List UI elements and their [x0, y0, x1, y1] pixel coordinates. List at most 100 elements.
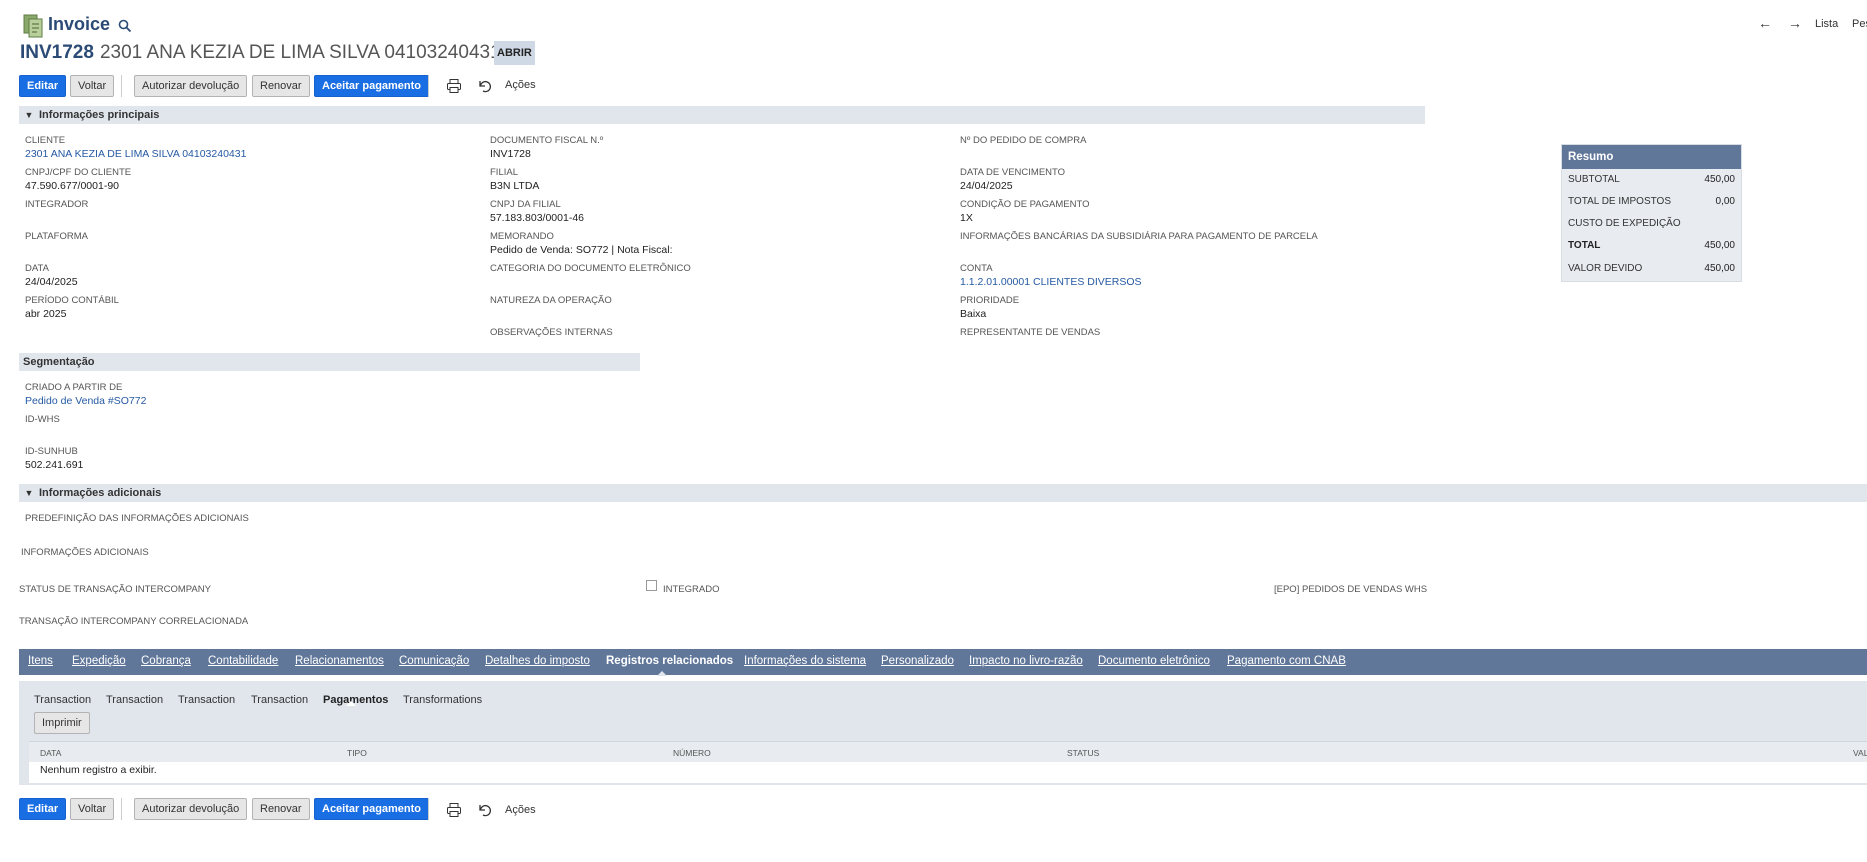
print-icon[interactable] [446, 78, 462, 94]
actions-menu[interactable]: Ações [505, 79, 536, 91]
back-button[interactable]: Voltar [70, 75, 115, 97]
back-button[interactable]: Voltar [70, 798, 115, 820]
field-label: INTEGRADOR [25, 199, 89, 210]
section-additional-info[interactable]: ▼ Informações adicionais [19, 484, 1867, 502]
print-icon[interactable] [446, 802, 462, 818]
toolbar-separator [428, 798, 429, 820]
tab-expedicao[interactable]: Expedição [72, 655, 126, 667]
subtab-transaction[interactable]: Transaction [251, 694, 308, 706]
empty-table-message: Nenhum registro a exibir. [40, 764, 157, 776]
chevron-down-icon: ▼ [24, 488, 34, 498]
field-label: PLATAFORMA [25, 231, 88, 242]
field-label: CONTA [960, 263, 993, 274]
customer-link[interactable]: 2301 ANA KEZIA DE LIMA SILVA 04103240431 [25, 148, 246, 160]
previous-record-icon[interactable]: ← [1758, 15, 1772, 31]
payments-table-body [29, 762, 1867, 783]
field-value: B3N LTDA [490, 180, 540, 192]
record-name: 2301 ANA KEZIA DE LIMA SILVA 04103240431 [99, 42, 501, 63]
column-header[interactable]: STATUS [1067, 748, 1099, 758]
section-segmentation: Segmentação [19, 353, 640, 371]
accept-payment-button[interactable]: Aceitar pagamento [314, 75, 430, 97]
field-label: PREDEFINIÇÃO DAS INFORMAÇÕES ADICIONAIS [25, 513, 249, 524]
field-label: STATUS DE TRANSAÇÃO INTERCOMPANY [19, 584, 211, 595]
search-icon[interactable] [118, 19, 132, 33]
tab-impacto-livro-razao[interactable]: Impacto no livro-razão [969, 655, 1083, 667]
summary-row: TOTAL DE IMPOSTOS 0,00 [1568, 196, 1735, 207]
renew-button[interactable]: Renovar [252, 75, 310, 97]
field-value: 24/04/2025 [25, 276, 78, 288]
tab-itens[interactable]: Itens [28, 655, 53, 667]
edit-button[interactable]: Editar [19, 798, 67, 820]
field-label: REPRESENTANTE DE VENDAS [960, 327, 1101, 338]
column-header[interactable]: DATA [40, 748, 61, 758]
field-value: 24/04/2025 [960, 180, 1013, 192]
subtab-transformations[interactable]: Transformations [403, 694, 482, 706]
page-title: Invoice [48, 14, 111, 34]
column-header[interactable]: TIPO [347, 748, 367, 758]
field-value: 502.241.691 [25, 459, 84, 471]
payments-table-header [29, 741, 1867, 763]
tab-contabilidade[interactable]: Contabilidade [208, 655, 278, 667]
field-label: INFORMAÇÕES ADICIONAIS [21, 547, 149, 558]
search-link[interactable]: Pesq [1852, 18, 1867, 30]
record-heading: INV1728 2301 ANA KEZIA DE LIMA SILVA 0410… [20, 42, 501, 64]
invoice-icon [23, 14, 43, 38]
column-header[interactable]: NÚMERO [673, 748, 711, 758]
toolbar-separator [121, 798, 122, 820]
field-label: NATUREZA DA OPERAÇÃO [490, 295, 612, 306]
field-label: ID-SUNHUB [25, 446, 78, 457]
active-subtab-indicator [346, 701, 356, 706]
record-number: INV1728 [20, 42, 94, 63]
summary-row: CUSTO DE EXPEDIÇÃO [1568, 218, 1681, 229]
field-value: 47.590.677/0001-90 [25, 180, 120, 192]
field-label: CNPJ DA FILIAL [490, 199, 561, 210]
field-label: CRIADO A PARTIR DE [25, 382, 123, 393]
subtab-transaction[interactable]: Transaction [178, 694, 235, 706]
tab-relacionamentos[interactable]: Relacionamentos [295, 655, 384, 667]
field-label: OBSERVAÇÕES INTERNAS [490, 327, 613, 338]
field-label: CONDIÇÃO DE PAGAMENTO [960, 199, 1090, 210]
renew-button[interactable]: Renovar [252, 798, 310, 820]
source-order-link[interactable]: Pedido de Venda #SO772 [25, 395, 146, 407]
tab-detalhes-imposto[interactable]: Detalhes do imposto [485, 655, 590, 667]
toolbar-separator [428, 75, 429, 97]
authorize-return-button[interactable]: Autorizar devolução [134, 75, 248, 97]
field-label: PERÍODO CONTÁBIL [25, 295, 119, 306]
field-label: CNPJ/CPF DO CLIENTE [25, 167, 132, 178]
subtab-transaction[interactable]: Transaction [34, 694, 91, 706]
refresh-icon[interactable] [477, 78, 493, 94]
refresh-icon[interactable] [477, 802, 493, 818]
toolbar-separator [121, 75, 122, 97]
print-button[interactable]: Imprimir [34, 712, 90, 734]
actions-menu[interactable]: Ações [505, 804, 536, 816]
field-value: 1X [960, 212, 973, 224]
summary-panel: Resumo SUBTOTAL 450,00 TOTAL DE IMPOSTOS… [1561, 144, 1742, 282]
tab-pagamento-cnab[interactable]: Pagamento com CNAB [1227, 655, 1346, 667]
tab-comunicacao[interactable]: Comunicação [399, 655, 469, 667]
integrated-checkbox[interactable] [646, 580, 657, 591]
tab-registros-relacionados[interactable]: Registros relacionados [606, 655, 733, 667]
edit-button[interactable]: Editar [19, 75, 67, 97]
tab-cobranca[interactable]: Cobrança [141, 655, 191, 667]
field-label: FILIAL [490, 167, 518, 178]
section-main-info[interactable]: ▼ Informações principais [19, 106, 1425, 124]
tab-documento-eletronico[interactable]: Documento eletrônico [1098, 655, 1210, 667]
field-label: MEMORANDO [490, 231, 554, 242]
subtab-transaction[interactable]: Transaction [106, 694, 163, 706]
authorize-return-button[interactable]: Autorizar devolução [134, 798, 248, 820]
column-header[interactable]: VAL [1853, 748, 1867, 758]
summary-row: SUBTOTAL 450,00 [1568, 174, 1735, 185]
list-link[interactable]: Lista [1815, 18, 1838, 30]
next-record-icon[interactable]: → [1788, 15, 1802, 31]
field-label: DATA DE VENCIMENTO [960, 167, 1066, 178]
field-label: DATA [25, 263, 49, 274]
field-label: Nº DO PEDIDO DE COMPRA [960, 135, 1087, 146]
tab-personalizado[interactable]: Personalizado [881, 655, 954, 667]
accept-payment-button[interactable]: Aceitar pagamento [314, 798, 430, 820]
tab-informacoes-sistema[interactable]: Informações do sistema [744, 655, 866, 667]
field-label: TRANSAÇÃO INTERCOMPANY CORRELACIONADA [19, 616, 249, 627]
account-link[interactable]: 1.1.2.01.00001 CLIENTES DIVERSOS [960, 276, 1142, 288]
field-label: DOCUMENTO FISCAL N.º [490, 135, 604, 146]
field-label: PRIORIDADE [960, 295, 1020, 306]
field-label: CLIENTE [25, 135, 66, 146]
